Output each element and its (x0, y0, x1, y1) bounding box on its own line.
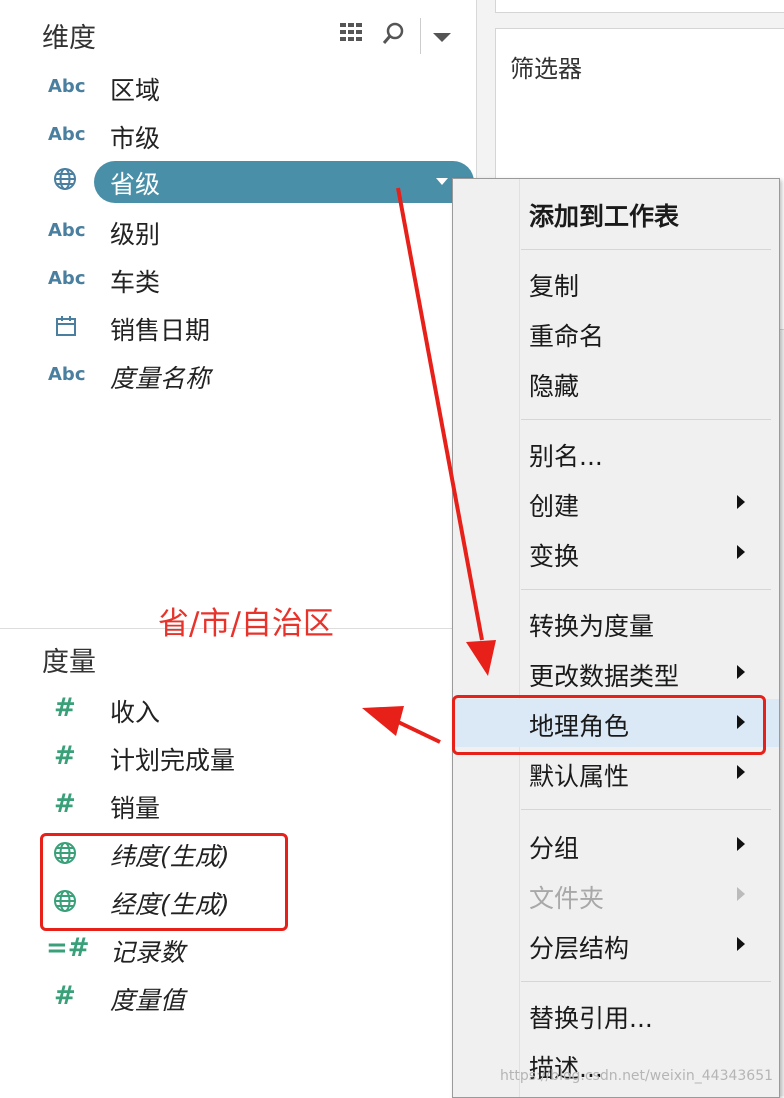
field-name: 度量名称 (110, 364, 211, 393)
field-name: 区域 (110, 76, 161, 105)
submenu-arrow-icon (737, 495, 745, 509)
data-pane: 维度 Abc 区域 Abc 市级 省级 Abc 级别 Abc 车类 销售日期 A… (0, 0, 476, 1096)
menu-item-label: 分组 (529, 834, 580, 863)
pill-dropdown-icon[interactable] (436, 178, 448, 185)
pages-shelf (495, 0, 784, 13)
filters-label: 筛选器 (510, 55, 582, 83)
menu-item-label: 变换 (529, 542, 580, 571)
field-name: 级别 (110, 220, 161, 249)
dropdown-arrow-icon[interactable] (433, 24, 451, 49)
measure-field-planned-volume[interactable]: # 计划完成量 (0, 736, 476, 782)
field-name: 市级 (110, 124, 161, 153)
menu-separator (521, 249, 771, 250)
context-menu: 添加到工作表 复制 重命名 隐藏 别名... 创建 变换 转换为度量 更改数据类… (452, 178, 780, 1098)
number-type-icon: # (54, 789, 76, 819)
dimension-field-region[interactable]: Abc 区域 (0, 66, 476, 112)
search-icon[interactable] (382, 21, 406, 51)
watermark: https://blog.csdn.net/weixin_44343651 (500, 1068, 774, 1084)
highlight-box-geographic-role (452, 695, 766, 755)
menu-item-label: 别名... (529, 442, 603, 471)
submenu-arrow-icon (737, 937, 745, 951)
dimension-field-vehicle-type[interactable]: Abc 车类 (0, 258, 476, 304)
selected-field-pill[interactable]: 省级 (94, 161, 474, 203)
string-type-icon: Abc (48, 268, 86, 289)
header-divider (420, 18, 421, 54)
string-type-icon: Abc (48, 220, 86, 241)
menu-item-label: 复制 (529, 272, 580, 301)
menu-separator (521, 589, 771, 590)
menu-item-rename[interactable]: 重命名 (453, 309, 779, 357)
dimension-field-province[interactable]: 省级 (0, 158, 476, 204)
measure-field-measure-values[interactable]: # 度量值 (0, 976, 476, 1022)
submenu-arrow-icon (737, 837, 745, 851)
field-name: 收入 (110, 698, 161, 727)
pane-header-tools (340, 18, 451, 54)
measures-title: 度量 (42, 647, 96, 678)
dimension-field-sales-date[interactable]: 销售日期 (0, 306, 476, 352)
menu-separator (521, 809, 771, 810)
submenu-arrow-icon (737, 887, 745, 901)
number-type-icon: # (54, 693, 76, 723)
menu-item-create[interactable]: 创建 (453, 479, 779, 527)
menu-item-label: 创建 (529, 492, 580, 521)
number-type-icon: # (54, 981, 76, 1011)
menu-item-duplicate[interactable]: 复制 (453, 259, 779, 307)
menu-item-label: 重命名 (529, 322, 605, 351)
menu-item-label: 替换引用... (529, 1004, 653, 1033)
menu-item-replace-references[interactable]: 替换引用... (453, 991, 779, 1039)
string-type-icon: Abc (48, 124, 86, 145)
menu-item-label: 更改数据类型 (529, 662, 680, 691)
menu-item-transform[interactable]: 变换 (453, 529, 779, 577)
menu-item-folder: 文件夹 (453, 871, 779, 919)
menu-item-aliases[interactable]: 别名... (453, 429, 779, 477)
measure-field-record-count[interactable]: =# 记录数 (0, 928, 476, 974)
menu-item-label: 转换为度量 (529, 612, 655, 641)
menu-item-label: 添加到工作表 (529, 202, 680, 231)
field-name: 记录数 (110, 938, 186, 967)
field-name: 销售日期 (110, 316, 211, 345)
submenu-arrow-icon (737, 545, 745, 559)
string-type-icon: Abc (48, 364, 86, 385)
field-name: 计划完成量 (110, 746, 236, 775)
calculated-number-type-icon: =# (46, 933, 90, 963)
menu-item-convert-to-measure[interactable]: 转换为度量 (453, 599, 779, 647)
dimension-field-level[interactable]: Abc 级别 (0, 210, 476, 256)
number-type-icon: # (54, 741, 76, 771)
submenu-arrow-icon (737, 665, 745, 679)
calendar-icon (54, 314, 104, 343)
measure-field-revenue[interactable]: # 收入 (0, 688, 476, 734)
menu-item-label: 文件夹 (529, 884, 605, 913)
dimensions-title: 维度 (42, 23, 96, 54)
menu-item-label: 分层结构 (529, 934, 630, 963)
highlight-box-generated-coords (40, 833, 288, 931)
menu-separator (521, 419, 771, 420)
submenu-arrow-icon (737, 765, 745, 779)
menu-item-add-to-sheet[interactable]: 添加到工作表 (453, 189, 779, 237)
string-type-icon: Abc (48, 76, 86, 97)
grid-view-icon[interactable] (340, 22, 368, 50)
field-name: 车类 (110, 268, 161, 297)
menu-item-hierarchy[interactable]: 分层结构 (453, 921, 779, 969)
field-name: 省级 (110, 170, 161, 199)
dimension-field-city[interactable]: Abc 市级 (0, 114, 476, 160)
menu-item-hide[interactable]: 隐藏 (453, 359, 779, 407)
menu-separator (521, 981, 771, 982)
field-name: 销量 (110, 794, 161, 823)
dimension-field-measure-names[interactable]: Abc 度量名称 (0, 354, 476, 400)
field-name: 度量值 (110, 986, 186, 1015)
menu-item-label: 隐藏 (529, 372, 580, 401)
measure-field-sales-volume[interactable]: # 销量 (0, 784, 476, 830)
annotation-label: 省/市/自治区 (158, 606, 334, 642)
menu-item-default-properties[interactable]: 默认属性 (453, 749, 779, 797)
menu-item-change-data-type[interactable]: 更改数据类型 (453, 649, 779, 697)
menu-item-group[interactable]: 分组 (453, 821, 779, 869)
menu-item-label: 默认属性 (529, 762, 630, 791)
